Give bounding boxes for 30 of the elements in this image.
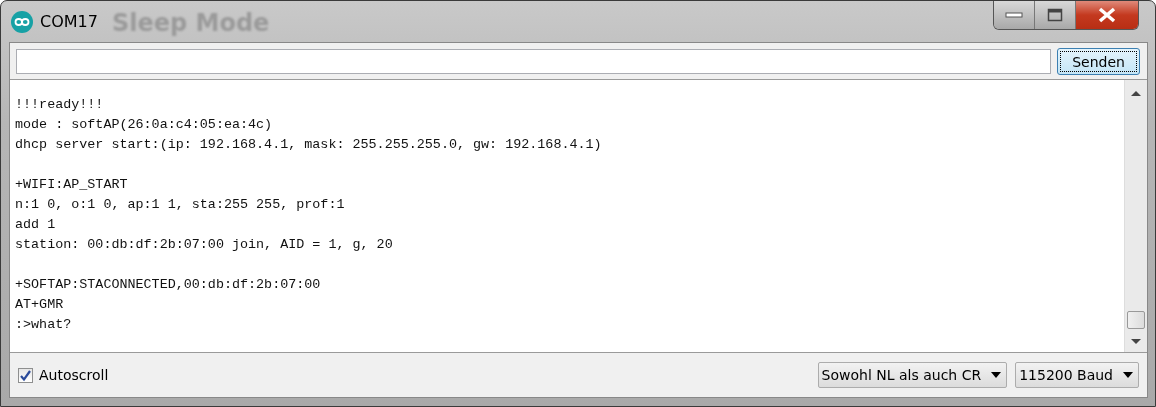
- caret-icon: [1123, 372, 1133, 378]
- output-line: dhcp server start:(ip: 192.168.4.1, mask: 255.255.255.0, gw: 192.168.4.1): [15, 136, 602, 154]
- maximize-button[interactable]: [1035, 1, 1076, 29]
- window-title: COM17: [40, 12, 98, 31]
- output-line: mode : softAP(26:0a:c4:05:ea:4c): [15, 116, 273, 134]
- output-line: station: 00:db:df:2b:07:00 join, AID = 1, g, 20: [15, 236, 393, 254]
- output-line: n:1 0, o:1 0, ap:1 1, sta:255 255, prof:1: [15, 196, 345, 214]
- caret-icon: [991, 372, 1002, 378]
- scrollbar-thumb[interactable]: [1127, 311, 1145, 329]
- output-line: +SOFTAP:STACONNECTED,00:db:df:2b:07:00: [15, 276, 321, 294]
- output-line: !!!ready!!!: [15, 96, 104, 114]
- send-button[interactable]: Senden: [1057, 48, 1140, 75]
- minimize-button[interactable]: [994, 1, 1035, 29]
- baud-rate-dropdown[interactable]: 115200 Baud: [1015, 362, 1139, 388]
- maximize-icon: [1047, 8, 1063, 22]
- close-button[interactable]: [1076, 1, 1138, 29]
- output-line: add 1: [15, 216, 56, 234]
- scroll-down-icon[interactable]: [1129, 337, 1143, 347]
- scroll-up-icon[interactable]: [1129, 88, 1143, 98]
- checkbox-label: Autoscroll: [39, 367, 109, 383]
- scrollbar[interactable]: [1124, 80, 1147, 352]
- line-ending-dropdown[interactable]: Sowohl NL als auch CR: [817, 362, 1008, 388]
- autoscroll-checkbox[interactable]: [18, 367, 33, 383]
- minimize-icon: [1005, 12, 1023, 18]
- output-line: :>what?: [15, 316, 72, 334]
- output-line: AT+GMR: [15, 296, 64, 314]
- input-field[interactable]: [16, 49, 1051, 74]
- output-line: +WIFI:AP_START: [15, 176, 128, 194]
- close-icon: [1097, 7, 1117, 23]
- app-logo-icon: [11, 10, 33, 33]
